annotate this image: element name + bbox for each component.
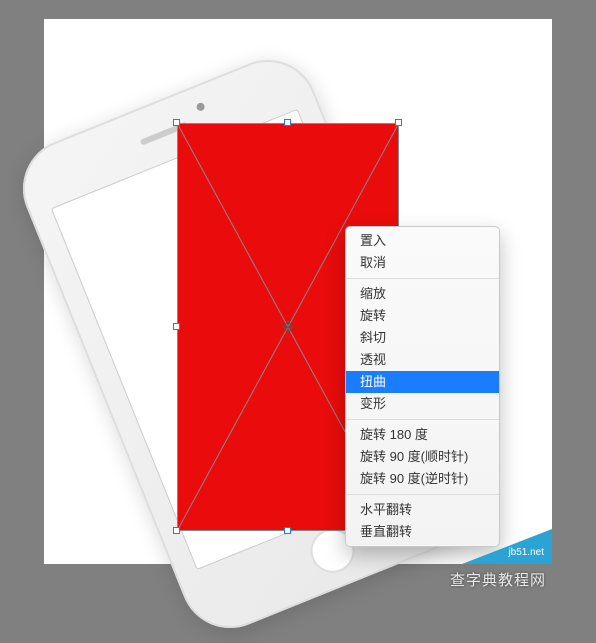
menu-item-perspective[interactable]: 透视 — [346, 349, 499, 371]
menu-separator — [346, 278, 499, 279]
menu-item-scale[interactable]: 缩放 — [346, 283, 499, 305]
menu-item-distort[interactable]: 扭曲 — [346, 371, 499, 393]
transform-handle-bottom-left[interactable] — [173, 527, 180, 534]
menu-item-flip-horizontal[interactable]: 水平翻转 — [346, 499, 499, 521]
menu-item-cancel[interactable]: 取消 — [346, 252, 499, 274]
menu-item-rotate-180[interactable]: 旋转 180 度 — [346, 424, 499, 446]
transform-handle-top-center[interactable] — [284, 119, 291, 126]
watermark-url: jb51.net — [508, 547, 544, 558]
transform-handle-top-right[interactable] — [395, 119, 402, 126]
menu-item-rotate[interactable]: 旋转 — [346, 305, 499, 327]
menu-separator — [346, 494, 499, 495]
watermark-text: 查字典教程网 — [450, 569, 546, 590]
menu-item-rotate-90-ccw[interactable]: 旋转 90 度(逆时针) — [346, 468, 499, 490]
menu-item-rotate-90-cw[interactable]: 旋转 90 度(顺时针) — [346, 446, 499, 468]
transform-handle-bottom-center[interactable] — [284, 527, 291, 534]
transform-handle-middle-left[interactable] — [173, 323, 180, 330]
transform-handle-top-left[interactable] — [173, 119, 180, 126]
menu-item-skew[interactable]: 斜切 — [346, 327, 499, 349]
menu-item-place[interactable]: 置入 — [346, 230, 499, 252]
phone-camera — [195, 102, 205, 112]
menu-separator — [346, 419, 499, 420]
menu-item-warp[interactable]: 变形 — [346, 393, 499, 415]
context-menu[interactable]: 置入 取消 缩放 旋转 斜切 透视 扭曲 变形 旋转 180 度 旋转 90 度… — [345, 226, 500, 547]
